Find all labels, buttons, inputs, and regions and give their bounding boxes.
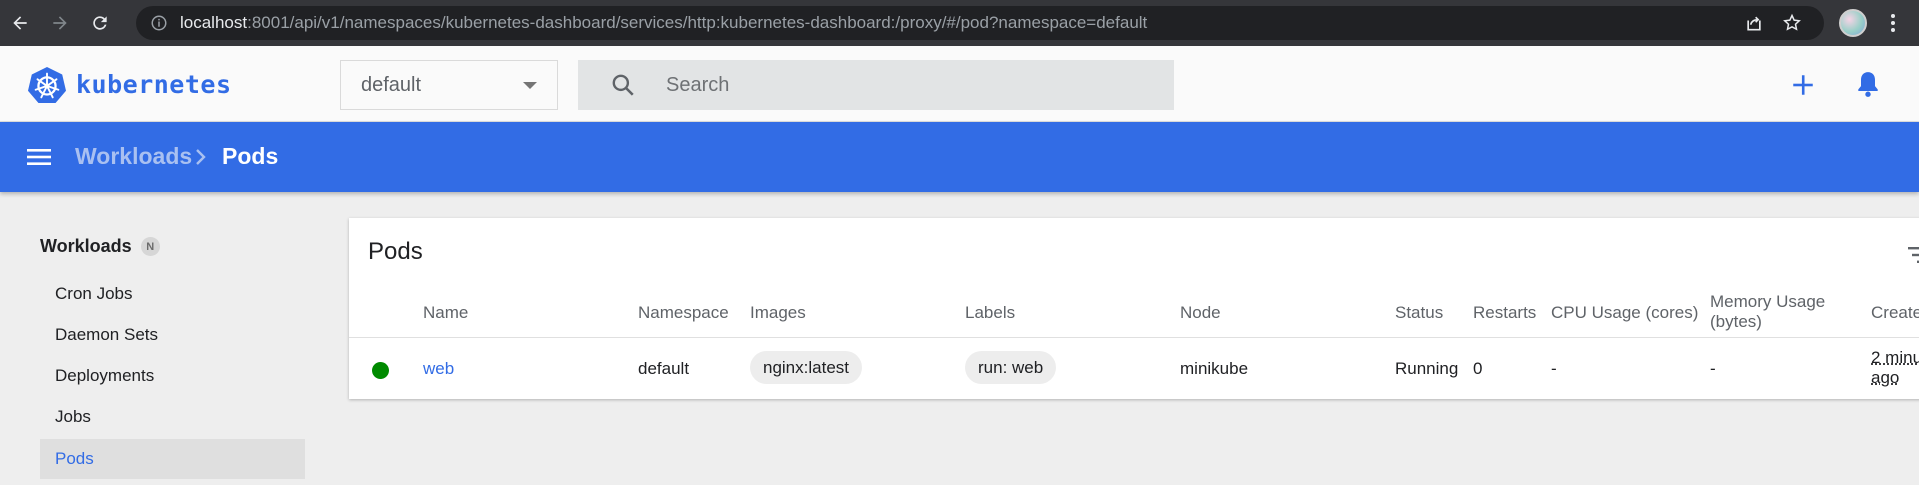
reload-button[interactable]: [80, 0, 120, 46]
pod-namespace: default: [638, 359, 690, 378]
column-header-restarts: Restarts: [1473, 303, 1537, 322]
column-header-name[interactable]: Name: [423, 303, 468, 323]
column-header-memory-line2: (bytes): [1710, 312, 1762, 331]
kubernetes-logo-icon[interactable]: [28, 66, 66, 104]
pod-created-line2: ago: [1871, 368, 1900, 387]
hamburger-menu-icon[interactable]: [27, 148, 51, 166]
browser-menu-icon[interactable]: [1886, 12, 1900, 34]
pod-restarts: 0: [1473, 359, 1483, 378]
column-header-status: Status: [1395, 303, 1444, 322]
card-title: Pods: [368, 238, 423, 265]
dropdown-caret-icon: [523, 82, 537, 89]
namespaced-badge: N: [140, 237, 160, 256]
reload-icon: [93, 16, 107, 30]
browser-toolbar: localhost:8001/api/v1/namespaces/kuberne…: [0, 0, 1919, 46]
forward-arrow-icon: [53, 16, 67, 30]
column-header-cpu: CPU Usage (cores): [1551, 303, 1699, 322]
site-info-icon[interactable]: [150, 14, 168, 32]
running-status-icon: [372, 362, 389, 379]
pod-memory-usage: -: [1710, 359, 1716, 378]
app-header: kubernetes default Search: [0, 46, 1919, 122]
column-header-memory-line1: Memory Usage: [1710, 292, 1826, 311]
search-icon: [612, 74, 634, 96]
namespace-select[interactable]: default: [340, 60, 558, 110]
pod-node: minikube: [1180, 359, 1249, 378]
column-header-memory: Memory Usage (bytes): [1710, 292, 1825, 332]
pods-card: Pods Name Namespace Images Labels Node S…: [349, 218, 1919, 399]
share-icon[interactable]: [1744, 13, 1764, 33]
sidebar-item-jobs[interactable]: Jobs: [40, 397, 305, 437]
search-bar[interactable]: Search: [578, 60, 1174, 110]
column-header-created[interactable]: Create: [1871, 303, 1919, 323]
breadcrumb-toolbar: Workloads Pods: [0, 122, 1919, 192]
table-header-divider: [349, 337, 1919, 338]
back-button[interactable]: [0, 0, 40, 46]
sidebar-section-label: Workloads: [40, 236, 132, 256]
column-header-labels: Labels: [965, 303, 1016, 322]
pod-created-age: 2 minu ago: [1871, 348, 1919, 388]
notifications-bell-icon[interactable]: [1855, 70, 1881, 98]
column-header-node: Node: [1180, 303, 1221, 322]
sidebar-item-daemon-sets[interactable]: Daemon Sets: [40, 315, 305, 355]
label-chip: run: web: [965, 351, 1057, 384]
chevron-right-icon: [196, 149, 206, 165]
url-host: localhost: [180, 13, 248, 32]
breadcrumb-workloads[interactable]: Workloads: [75, 143, 192, 170]
pod-name-link[interactable]: web: [423, 359, 454, 379]
bookmark-star-icon[interactable]: [1782, 13, 1802, 33]
sidebar-item-pods[interactable]: Pods: [40, 439, 305, 479]
logo-text[interactable]: kubernetes: [76, 70, 232, 99]
search-input[interactable]: Search: [666, 74, 729, 97]
forward-button[interactable]: [40, 0, 80, 46]
breadcrumb-pods: Pods: [222, 143, 279, 169]
column-header-namespace: Namespace: [638, 303, 729, 322]
sidebar: Workloads N Cron Jobs Daemon Sets Deploy…: [0, 192, 340, 485]
url-path: :8001/api/v1/namespaces/kubernetes-dashb…: [247, 13, 1148, 32]
back-arrow-icon: [13, 16, 27, 30]
sidebar-item-deployments[interactable]: Deployments: [40, 356, 305, 396]
sidebar-section-workloads[interactable]: Workloads N: [40, 236, 160, 257]
column-header-images: Images: [750, 303, 806, 322]
image-chip: nginx:latest: [750, 351, 862, 384]
namespace-value: default: [361, 73, 422, 96]
pod-status: Running: [1395, 359, 1459, 378]
address-bar[interactable]: localhost:8001/api/v1/namespaces/kuberne…: [136, 6, 1824, 40]
pod-created-line1: 2 minu: [1871, 348, 1919, 367]
profile-avatar[interactable]: [1839, 9, 1867, 37]
filter-icon[interactable]: [1905, 246, 1919, 264]
pod-cpu-usage: -: [1551, 359, 1557, 378]
sidebar-item-cron-jobs[interactable]: Cron Jobs: [40, 274, 305, 314]
create-resource-plus-icon[interactable]: [1790, 72, 1816, 98]
